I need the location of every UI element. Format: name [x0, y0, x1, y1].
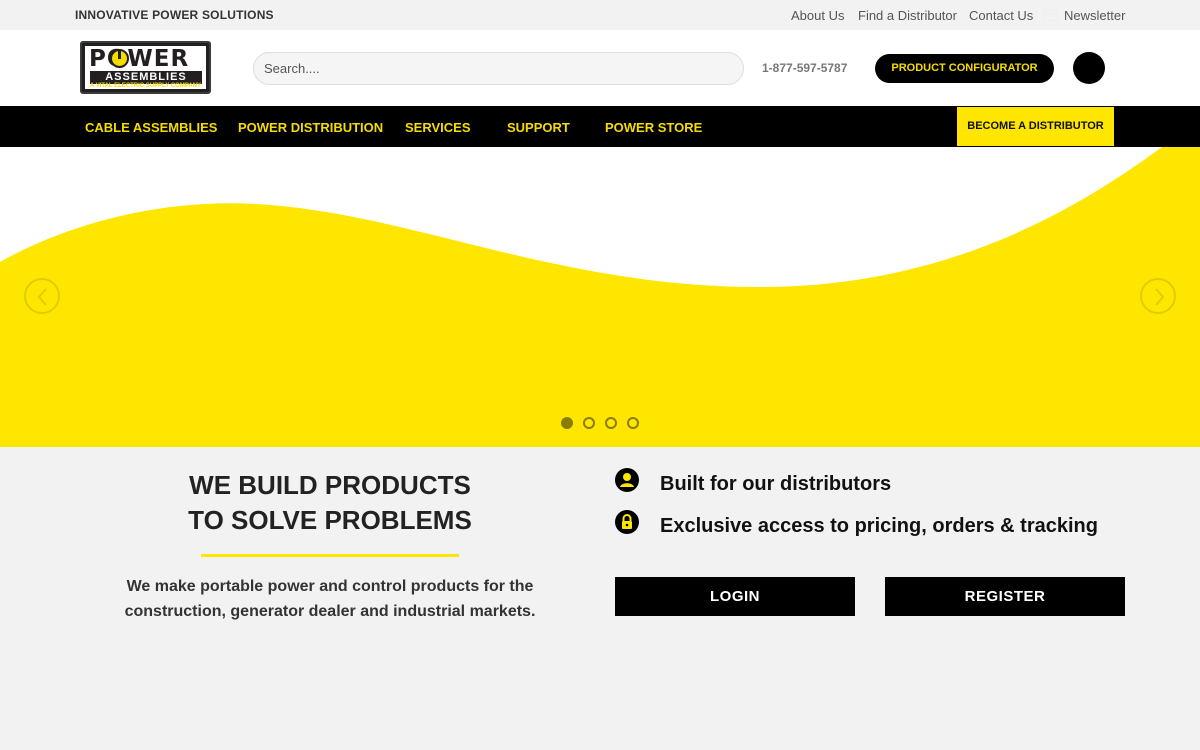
chevron-left-icon[interactable]: [24, 278, 60, 314]
nav-item-power-store[interactable]: POWER STORE: [605, 120, 702, 135]
slide-dot-1[interactable]: [561, 417, 573, 429]
logo-subtitle: A VITAL ELECTRIC SUPPLY COMPANY: [89, 83, 202, 89]
power-icon: [110, 49, 129, 68]
logo-word-power: POWER: [89, 46, 190, 72]
search-input[interactable]: [253, 52, 744, 85]
newsletter-link[interactable]: Newsletter: [1064, 8, 1125, 23]
about-us-link[interactable]: About Us: [791, 8, 844, 23]
cart-icon[interactable]: [1073, 52, 1105, 84]
nav-item-support[interactable]: SUPPORT: [507, 120, 570, 135]
login-button[interactable]: LOGIN: [615, 577, 855, 616]
header: POWER ASSEMBLIES A VITAL ELECTRIC SUPPLY…: [0, 30, 1200, 106]
slide-dot-2[interactable]: [583, 417, 595, 429]
page-headline: WE BUILD PRODUCTS TO SOLVE PROBLEMS: [130, 468, 530, 538]
find-distributor-link[interactable]: Find a Distributor: [858, 8, 957, 23]
hero-wave-graphic: [0, 147, 1200, 447]
top-bar: INNOVATIVE POWER SOLUTIONS About Us Find…: [0, 0, 1200, 30]
slide-dot-3[interactable]: [605, 417, 617, 429]
main-nav: CABLE ASSEMBLIES POWER DISTRIBUTION SERV…: [0, 106, 1200, 147]
feature-exclusive-access: Exclusive access to pricing, orders & tr…: [660, 515, 1098, 537]
lock-icon: [615, 510, 639, 534]
become-distributor-button[interactable]: BECOME A DISTRIBUTOR: [957, 107, 1114, 146]
headline-line-1: WE BUILD PRODUCTS: [189, 470, 471, 500]
nav-item-power-distribution[interactable]: POWER DISTRIBUTION: [238, 120, 383, 135]
headline-divider: [201, 554, 459, 557]
logo[interactable]: POWER ASSEMBLIES A VITAL ELECTRIC SUPPLY…: [80, 41, 211, 94]
nav-item-services[interactable]: SERVICES: [405, 120, 471, 135]
product-configurator-button[interactable]: PRODUCT CONFIGURATOR: [875, 54, 1054, 83]
hero-slider: [0, 147, 1200, 447]
user-icon: [615, 468, 639, 492]
feature-distributors: Built for our distributors: [660, 473, 892, 495]
slide-dot-4[interactable]: [627, 417, 639, 429]
company-description: We make portable power and control produ…: [124, 578, 536, 620]
tagline: INNOVATIVE POWER SOLUTIONS: [75, 8, 274, 22]
mail-icon: [1044, 9, 1058, 21]
contact-us-link[interactable]: Contact Us: [969, 8, 1033, 23]
register-button[interactable]: REGISTER: [885, 577, 1125, 616]
nav-item-cable-assemblies[interactable]: CABLE ASSEMBLIES: [85, 120, 217, 135]
chevron-right-icon[interactable]: [1140, 278, 1176, 314]
phone-number[interactable]: 1-877-597-5787: [762, 61, 847, 75]
headline-line-2: TO SOLVE PROBLEMS: [188, 505, 472, 535]
